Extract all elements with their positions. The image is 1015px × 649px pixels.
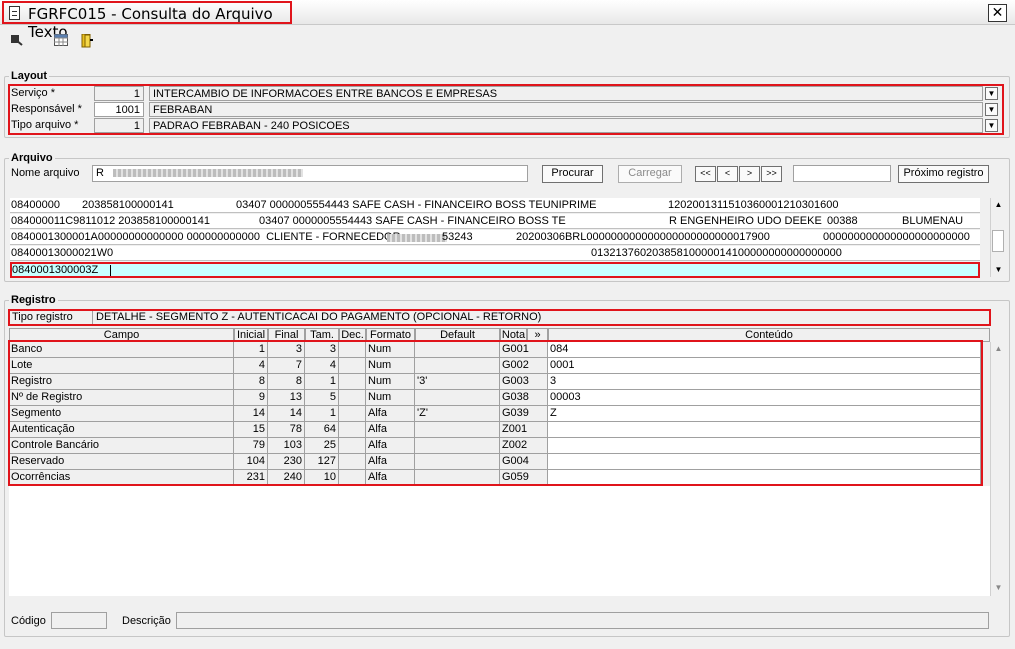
layout-group-title: Layout bbox=[9, 70, 50, 82]
line-segment: 0840001300003Z bbox=[12, 264, 99, 276]
codigo-label: Código bbox=[11, 615, 46, 627]
responsavel-dropdown-icon[interactable]: ▼ bbox=[985, 103, 998, 116]
tipo-registro-value: DETALHE - SEGMENTO Z - AUTENTICACAI DO P… bbox=[92, 311, 987, 324]
servico-label: Serviço * bbox=[11, 87, 56, 99]
file-line[interactable]: 08400013000021W0 01321376020385810000014… bbox=[10, 246, 980, 261]
scroll-up-icon[interactable]: ▲ bbox=[993, 200, 1004, 209]
line-segment: 0840001300001A00000000000000 00000000000… bbox=[11, 231, 401, 243]
text-cursor bbox=[110, 265, 111, 276]
grid-scroll-up-icon[interactable]: ▲ bbox=[993, 344, 1004, 353]
grid-icon[interactable] bbox=[54, 34, 68, 46]
first-record-button[interactable]: << bbox=[695, 166, 716, 182]
file-line[interactable]: 0840001300001A00000000000000 00000000000… bbox=[10, 230, 980, 245]
line-segment: 1202001311510360001210301600 bbox=[668, 199, 839, 211]
line-segment: 03407 0000005554443 SAFE CASH - FINANCEI… bbox=[259, 215, 566, 227]
line-segment: R ENGENHEIRO UDO DEEKE bbox=[669, 215, 822, 227]
line-segment: 08400013000021W0 bbox=[11, 247, 114, 259]
file-line[interactable]: 084000011C9811012 203858100000141 03407 … bbox=[10, 214, 980, 229]
file-line-selected[interactable]: 0840001300003Z bbox=[10, 262, 980, 278]
tipo-arquivo-label: Tipo arquivo * bbox=[11, 119, 79, 131]
servico-code[interactable]: 1 bbox=[94, 86, 144, 101]
title-highlight: FGRFC015 - Consulta do Arquivo Texto bbox=[2, 1, 292, 41]
last-record-button[interactable]: >> bbox=[761, 166, 782, 182]
line-segment: BLUMENAU bbox=[902, 215, 964, 227]
title-bar: FGRFC015 - Consulta do Arquivo Texto ✕ bbox=[0, 0, 1015, 41]
arquivo-group-title: Arquivo bbox=[9, 152, 55, 164]
responsavel-label: Responsável * bbox=[11, 103, 82, 115]
close-button[interactable]: ✕ bbox=[988, 4, 1007, 22]
tipo-arquivo-code[interactable]: 1 bbox=[94, 118, 144, 133]
grid-highlight bbox=[8, 340, 983, 486]
descricao-label: Descrição bbox=[122, 615, 171, 627]
next-record-button[interactable]: > bbox=[739, 166, 760, 182]
responsavel-code[interactable]: 1001 bbox=[94, 102, 144, 117]
tipo-arquivo-dropdown-icon[interactable]: ▼ bbox=[985, 119, 998, 132]
carregar-button[interactable]: Carregar bbox=[618, 165, 682, 183]
line-segment: 08400000 bbox=[11, 199, 60, 211]
scroll-down-icon[interactable]: ▼ bbox=[993, 265, 1004, 274]
line-segment: 00388 bbox=[827, 215, 858, 227]
line-segment: 0132137602038581000001410000000000000000… bbox=[591, 247, 842, 259]
grid-scrollbar[interactable]: ▲ ▼ bbox=[990, 342, 1005, 596]
file-lines-scrollbar[interactable]: ▲ ▼ bbox=[990, 198, 1005, 277]
servico-dropdown-icon[interactable]: ▼ bbox=[985, 87, 998, 100]
proximo-registro-button[interactable]: Próximo registro bbox=[898, 165, 989, 183]
responsavel-select[interactable]: FEBRABAN bbox=[149, 102, 983, 117]
redacted-name bbox=[387, 234, 447, 242]
nome-arquivo-input[interactable]: R bbox=[92, 165, 528, 182]
exit-door-icon[interactable] bbox=[80, 33, 94, 48]
tipo-arquivo-select[interactable]: PADRAO FEBRABAN - 240 POSICOES bbox=[149, 118, 983, 133]
procurar-button[interactable]: Procurar bbox=[542, 165, 603, 183]
servico-select[interactable]: INTERCAMBIO DE INFORMACOES ENTRE BANCOS … bbox=[149, 86, 983, 101]
registro-group-title: Registro bbox=[9, 294, 58, 306]
line-segment: 20200306BRL00000000000000000000000001790… bbox=[516, 231, 770, 243]
grid-scroll-down-icon[interactable]: ▼ bbox=[993, 583, 1004, 592]
descricao-field[interactable] bbox=[176, 612, 989, 629]
scroll-thumb[interactable] bbox=[992, 230, 1004, 252]
prev-record-button[interactable]: < bbox=[717, 166, 738, 182]
redacted-filename bbox=[113, 169, 304, 178]
grid-empty-area bbox=[9, 486, 990, 596]
nome-arquivo-label: Nome arquivo bbox=[11, 167, 80, 179]
line-segment: 203858100000141 bbox=[82, 199, 174, 211]
line-segment: 000000000000000000000000 bbox=[823, 231, 970, 243]
line-segment: 084000011C9811012 203858100000141 bbox=[11, 215, 211, 227]
file-line[interactable]: 08400000 203858100000141 03407 000000555… bbox=[10, 198, 980, 213]
line-segment: 53243 bbox=[442, 231, 473, 243]
search-record-input[interactable] bbox=[793, 165, 891, 182]
export-icon[interactable] bbox=[10, 34, 24, 46]
tipo-registro-label: Tipo registro bbox=[12, 311, 73, 323]
line-segment: 03407 0000005554443 SAFE CASH - FINANCEI… bbox=[236, 199, 597, 211]
nome-arquivo-value: R bbox=[96, 167, 104, 179]
codigo-field[interactable] bbox=[51, 612, 107, 629]
document-icon bbox=[9, 6, 20, 20]
